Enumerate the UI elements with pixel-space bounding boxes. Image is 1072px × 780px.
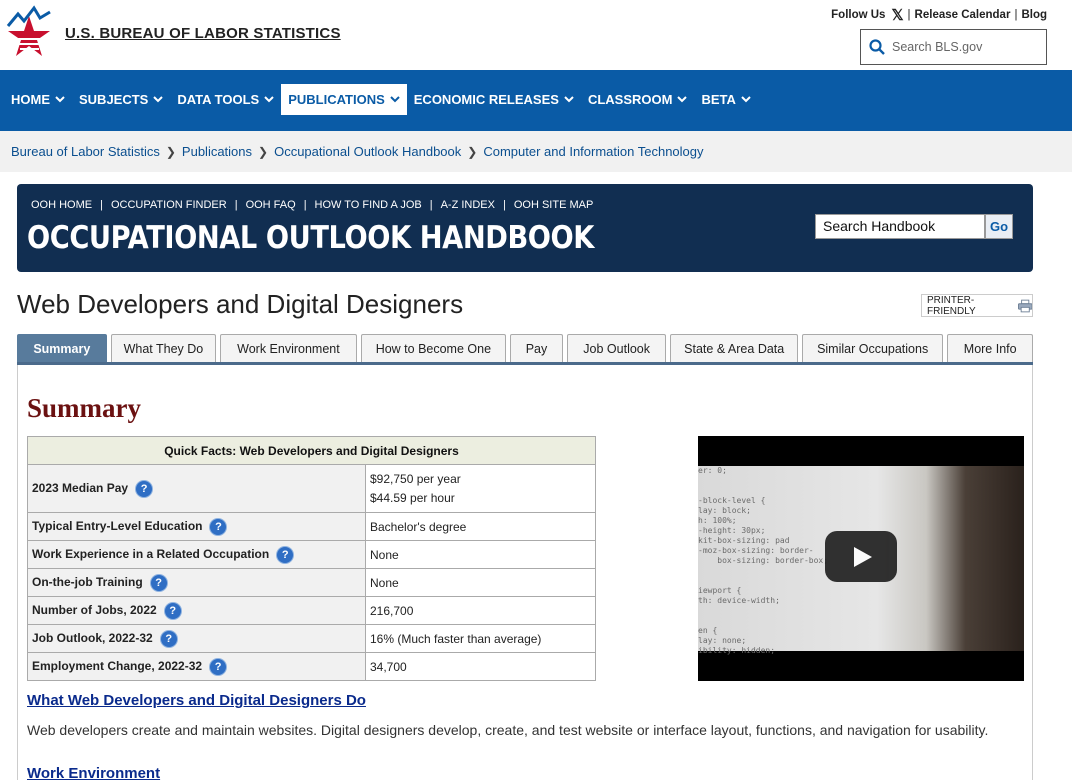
agency-name-link[interactable]: U.S. BUREAU OF LABOR STATISTICS (65, 25, 341, 42)
table-row: 2023 Median Pay? $92,750 per year $44.59 … (27, 464, 596, 513)
tab-more-info[interactable]: More Info (947, 334, 1034, 362)
ooh-home-link[interactable]: OOH HOME (31, 199, 100, 211)
table-row: Number of Jobs, 2022? 216,700 (27, 596, 596, 625)
breadcrumb: Bureau of Labor Statistics ❯ Publication… (0, 131, 1072, 172)
ooh-faq-link[interactable]: OOH FAQ (238, 199, 304, 211)
ooh-site-map-link[interactable]: OOH SITE MAP (506, 199, 601, 211)
table-row: Typical Entry-Level Education? Bachelor'… (27, 512, 596, 541)
chevron-down-icon (677, 96, 688, 103)
fact-label: Work Experience in a Related Occupation (32, 546, 270, 561)
nav-item-beta[interactable]: BETA (694, 84, 757, 115)
quick-facts-title: Quick Facts: Web Developers and Digital … (27, 436, 596, 465)
page-title: Web Developers and Digital Designers (17, 289, 464, 319)
occupation-finder-link[interactable]: OCCUPATION FINDER (103, 199, 235, 211)
fact-label: Typical Entry-Level Education (32, 518, 203, 533)
tab-pay[interactable]: Pay (510, 334, 563, 362)
site-search-input[interactable] (892, 40, 1042, 54)
chevron-down-icon (55, 96, 65, 103)
section-link-work-environment[interactable]: Work Environment (27, 765, 160, 780)
chevron-down-icon (564, 96, 574, 103)
bls-logo-icon[interactable] (4, 4, 54, 60)
site-header: U.S. BUREAU OF LABOR STATISTICS Follow U… (0, 0, 1072, 70)
tab-work-environment[interactable]: Work Environment (220, 334, 357, 362)
nav-item-home[interactable]: HOME (4, 84, 72, 115)
summary-panel: Summary Quick Facts: Web Developers and … (17, 365, 1033, 780)
ooh-banner: OOH HOME | OCCUPATION FINDER | OOH FAQ | HO… (17, 184, 1033, 272)
fact-label: Number of Jobs, 2022 (32, 602, 157, 617)
chevron-down-icon (741, 96, 751, 103)
follow-us-label: Follow Us (831, 9, 886, 21)
breadcrumb-item-ooh[interactable]: Occupational Outlook Handbook (274, 144, 461, 159)
nav-item-classroom[interactable]: CLASSROOM (581, 84, 695, 115)
fact-value: $92,750 per year (370, 471, 461, 486)
play-icon[interactable] (825, 531, 897, 582)
nav-item-subjects[interactable]: SUBJECTS (72, 84, 170, 115)
tab-state-area-data[interactable]: State & Area Data (670, 334, 798, 362)
tab-summary[interactable]: Summary (17, 334, 107, 362)
chevron-right-icon: ❯ (165, 144, 176, 159)
chevron-down-icon (390, 96, 400, 103)
tab-what-they-do[interactable]: What They Do (110, 334, 217, 362)
fact-label: On-the-job Training (32, 574, 143, 589)
printer-icon (1017, 299, 1032, 312)
a-z-index-link[interactable]: A-Z INDEX (433, 199, 503, 211)
table-row: Work Experience in a Related Occupation?… (27, 540, 596, 569)
tab-similar-occupations[interactable]: Similar Occupations (801, 334, 944, 362)
fact-value: Bachelor's degree (365, 512, 596, 541)
breadcrumb-item-computer-it[interactable]: Computer and Information Technology (483, 144, 703, 159)
nav-item-data-tools[interactable]: DATA TOOLS (170, 84, 281, 115)
fact-value: 34,700 (365, 652, 596, 681)
handbook-search-input[interactable]: Search Handbook (815, 214, 985, 239)
main-nav: HOME SUBJECTS DATA TOOLS PUBLICATIONS EC… (0, 70, 1072, 131)
x-social-icon[interactable]: 𝕏 (891, 6, 903, 24)
fact-label: 2023 Median Pay (32, 480, 129, 495)
site-search-box[interactable] (860, 29, 1047, 65)
help-icon[interactable]: ? (277, 546, 294, 563)
help-icon[interactable]: ? (150, 574, 167, 591)
printer-friendly-label: PRINTER-FRIENDLY (927, 294, 976, 317)
fact-value: 16% (Much faster than average) (365, 624, 596, 653)
nav-item-economic-releases[interactable]: ECONOMIC RELEASES (407, 84, 581, 115)
table-row: Job Outlook, 2022-32? 16% (Much faster t… (27, 624, 596, 653)
blog-link[interactable]: Blog (1021, 9, 1047, 21)
utility-links: Follow Us 𝕏 | Release Calendar | Blog (831, 6, 1047, 24)
help-icon[interactable]: ? (164, 602, 181, 619)
chevron-down-icon (153, 96, 164, 103)
fact-label: Employment Change, 2022-32 (32, 658, 203, 673)
breadcrumb-item-bls[interactable]: Bureau of Labor Statistics (11, 144, 160, 159)
search-icon[interactable] (869, 39, 885, 55)
table-row: Employment Change, 2022-32? 34,700 (27, 652, 596, 681)
release-calendar-link[interactable]: Release Calendar (915, 9, 1011, 21)
summary-heading: Summary (27, 393, 141, 423)
chevron-down-icon (264, 96, 274, 103)
help-icon[interactable]: ? (210, 658, 227, 675)
printer-friendly-button[interactable]: PRINTER-FRIENDLY (921, 294, 1033, 317)
occupation-tabs: Summary What They Do Work Environment Ho… (17, 334, 1034, 365)
handbook-go-button[interactable]: Go (985, 214, 1013, 239)
ooh-links: OOH HOME | OCCUPATION FINDER | OOH FAQ | HO… (31, 199, 601, 211)
ooh-title[interactable]: OCCUPATIONAL OUTLOOK HANDBOOK (27, 220, 594, 256)
video-code-text: er: 0; -block-level { lay: block; h: 100… (698, 466, 829, 655)
how-to-find-a-job-link[interactable]: HOW TO FIND A JOB (307, 199, 430, 211)
help-icon[interactable]: ? (210, 518, 227, 535)
chevron-right-icon: ❯ (467, 144, 478, 159)
section-link-what-they-do[interactable]: What Web Developers and Digital Designer… (27, 692, 366, 709)
tab-job-outlook[interactable]: Job Outlook (566, 334, 667, 362)
tab-how-to-become-one[interactable]: How to Become One (360, 334, 507, 362)
fact-label: Job Outlook, 2022-32 (32, 630, 153, 645)
fact-value-hourly: $44.59 per hour (370, 490, 455, 505)
video-player[interactable]: er: 0; -block-level { lay: block; h: 100… (698, 436, 1024, 681)
help-icon[interactable]: ? (160, 630, 177, 647)
help-icon[interactable]: ? (136, 480, 153, 497)
fact-value: 216,700 (365, 596, 596, 625)
chevron-right-icon: ❯ (258, 144, 269, 159)
breadcrumb-item-publications[interactable]: Publications (182, 144, 252, 159)
quick-facts-table: Quick Facts: Web Developers and Digital … (27, 436, 596, 681)
nav-item-publications[interactable]: PUBLICATIONS (281, 84, 407, 115)
section-summary-text: Web developers create and maintain websi… (27, 722, 989, 738)
fact-value: None (365, 568, 596, 597)
fact-value: None (365, 540, 596, 569)
table-row: On-the-job Training? None (27, 568, 596, 597)
